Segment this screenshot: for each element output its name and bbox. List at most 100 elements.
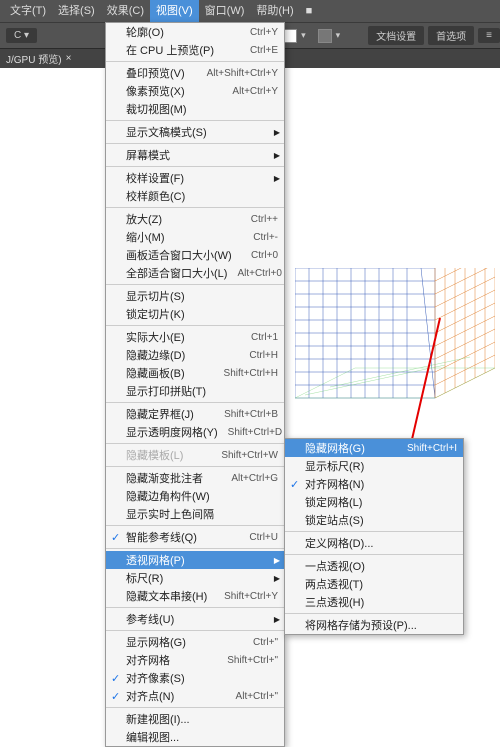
menu-item[interactable]: 锁定网格(L) xyxy=(285,493,463,511)
menu-item[interactable]: 窗口(W) xyxy=(199,0,251,22)
separator xyxy=(106,61,284,62)
menu-item[interactable]: 像素预览(X)Alt+Ctrl+Y xyxy=(106,82,284,100)
menu-item-label: 实际大小(E) xyxy=(126,329,241,345)
shortcut-label: Alt+Ctrl+0 xyxy=(237,268,281,279)
shortcut-label: Ctrl+1 xyxy=(251,332,278,343)
menu-item-label: 锁定网格(L) xyxy=(305,494,457,510)
menu-item-label: 隐藏边缘(D) xyxy=(126,347,239,363)
separator xyxy=(106,207,284,208)
toolbar-flyout[interactable]: ≡ xyxy=(478,28,500,43)
doc-setup-button[interactable]: 文档设置 xyxy=(368,26,424,45)
menu-item[interactable]: 透视网格(P)▶ xyxy=(106,551,284,569)
shortcut-label: Shift+Ctrl+D xyxy=(228,427,282,438)
menu-item-label: 两点透视(T) xyxy=(305,576,457,592)
menu-item[interactable]: 锁定站点(S) xyxy=(285,511,463,529)
menu-item[interactable]: 文字(T) xyxy=(4,0,52,22)
separator xyxy=(106,525,284,526)
menu-item[interactable]: 在 CPU 上预览(P)Ctrl+E xyxy=(106,41,284,59)
menu-item[interactable]: 锁定切片(K) xyxy=(106,305,284,323)
menu-item[interactable]: 隐藏文本串接(H)Shift+Ctrl+Y xyxy=(106,587,284,605)
menu-item[interactable]: 一点透视(O) xyxy=(285,557,463,575)
menu-item-label: 裁切视图(M) xyxy=(126,101,278,117)
menu-item[interactable]: ■ xyxy=(300,0,319,22)
menu-item-label: 隐藏文本串接(H) xyxy=(126,588,214,604)
menu-item[interactable]: 标尺(R)▶ xyxy=(106,569,284,587)
menu-item-label: 隐藏画板(B) xyxy=(126,365,214,381)
menu-item[interactable]: 隐藏边角构件(W) xyxy=(106,487,284,505)
separator xyxy=(106,443,284,444)
menu-item-label: 对齐网格 xyxy=(126,652,217,668)
menu-item[interactable]: 叠印预览(V)Alt+Shift+Ctrl+Y xyxy=(106,64,284,82)
menu-item[interactable]: 画板适合窗口大小(W)Ctrl+0 xyxy=(106,246,284,264)
separator xyxy=(106,325,284,326)
menu-item-label: 定义网格(D)... xyxy=(305,535,457,551)
prefs-button[interactable]: 首选项 xyxy=(428,26,474,45)
menu-item[interactable]: 隐藏网格(G)Shift+Ctrl+I xyxy=(285,439,463,457)
menu-item[interactable]: 屏幕模式▶ xyxy=(106,146,284,164)
menu-item[interactable]: 智能参考线(Q)Ctrl+U xyxy=(106,528,284,546)
menu-item[interactable]: 对齐网格(N) xyxy=(285,475,463,493)
shortcut-label: Shift+Ctrl+" xyxy=(227,655,278,666)
menu-item[interactable]: 校样颜色(C) xyxy=(106,187,284,205)
menu-item[interactable]: 新建视图(I)... xyxy=(106,710,284,728)
menu-item[interactable]: 全部适合窗口大小(L)Alt+Ctrl+0 xyxy=(106,264,284,282)
menu-item[interactable]: 轮廓(O) Ctrl+Y xyxy=(106,23,284,41)
separator xyxy=(106,607,284,608)
menu-item[interactable]: 参考线(U)▶ xyxy=(106,610,284,628)
menu-item-label: 隐藏模板(L) xyxy=(126,447,211,463)
shortcut-label: Ctrl+H xyxy=(249,350,278,361)
menubar: 文字(T)选择(S)效果(C)视图(V)窗口(W)帮助(H)■ xyxy=(0,0,500,22)
menu-item-label: 显示网格(G) xyxy=(126,634,243,650)
menu-item[interactable]: 实际大小(E) Ctrl+1 xyxy=(106,328,284,346)
menu-item[interactable]: 视图(V) xyxy=(150,0,199,22)
menu-item[interactable]: 对齐点(N) Alt+Ctrl+" xyxy=(106,687,284,705)
menu-item[interactable]: 隐藏画板(B) Shift+Ctrl+H xyxy=(106,364,284,382)
menu-item[interactable]: 对齐像素(S) xyxy=(106,669,284,687)
menu-item[interactable]: 显示标尺(R) xyxy=(285,457,463,475)
fill-swatch[interactable] xyxy=(283,29,297,43)
menu-item-label: 画板适合窗口大小(W) xyxy=(126,247,241,263)
menu-item[interactable]: 裁切视图(M) xyxy=(106,100,284,118)
menu-item[interactable]: 编辑视图... xyxy=(106,728,284,746)
menu-item-label: 放大(Z) xyxy=(126,211,241,227)
menu-item[interactable]: 显示实时上色间隔 xyxy=(106,505,284,523)
menu-item[interactable]: 选择(S) xyxy=(52,0,101,22)
menu-item[interactable]: 隐藏边缘(D) Ctrl+H xyxy=(106,346,284,364)
menu-item[interactable]: 显示切片(S) xyxy=(106,287,284,305)
menu-item[interactable]: 定义网格(D)... xyxy=(285,534,463,552)
separator xyxy=(106,402,284,403)
shortcut-label: Ctrl+Y xyxy=(250,27,278,38)
menu-item-label: 像素预览(X) xyxy=(126,83,222,99)
menu-item-label: 隐藏渐变批注者 xyxy=(126,470,221,486)
menu-item[interactable]: 校样设置(F)▶ xyxy=(106,169,284,187)
menu-item[interactable]: 放大(Z)Ctrl++ xyxy=(106,210,284,228)
shortcut-label: Alt+Ctrl+" xyxy=(236,691,278,702)
menu-item-label: 显示透明度网格(Y) xyxy=(126,424,218,440)
menu-item[interactable]: 将网格存储为预设(P)... xyxy=(285,616,463,634)
menu-item[interactable]: 隐藏渐变批注者Alt+Ctrl+G xyxy=(106,469,284,487)
menu-item-label: 对齐点(N) xyxy=(126,688,226,704)
chevron-right-icon: ▶ xyxy=(274,574,280,583)
menu-item[interactable]: 显示文稿模式(S)▶ xyxy=(106,123,284,141)
menu-item[interactable]: 缩小(M)Ctrl+- xyxy=(106,228,284,246)
perspective-grid xyxy=(295,268,495,438)
shortcut-label: Ctrl+E xyxy=(250,45,278,56)
menu-item-label: 对齐网格(N) xyxy=(305,476,457,492)
stroke-swatch[interactable] xyxy=(318,29,332,43)
menu-item[interactable]: 三点透视(H) xyxy=(285,593,463,611)
close-icon[interactable]: × xyxy=(66,53,72,64)
menu-item[interactable]: 效果(C) xyxy=(101,0,150,22)
chevron-right-icon: ▶ xyxy=(274,556,280,565)
char-dropdown[interactable]: C ▾ xyxy=(6,28,37,43)
menu-item[interactable]: 隐藏定界框(J)Shift+Ctrl+B xyxy=(106,405,284,423)
menu-item-label: 隐藏边角构件(W) xyxy=(126,488,278,504)
menu-item-label: 显示打印拼贴(T) xyxy=(126,383,278,399)
menu-item[interactable]: 对齐网格 Shift+Ctrl+" xyxy=(106,651,284,669)
menu-item[interactable]: 显示透明度网格(Y) Shift+Ctrl+D xyxy=(106,423,284,441)
menu-item[interactable]: 显示网格(G)Ctrl+" xyxy=(106,633,284,651)
menu-item[interactable]: 帮助(H) xyxy=(250,0,299,22)
shortcut-label: Shift+Ctrl+H xyxy=(224,368,278,379)
menu-item-label: 轮廓(O) xyxy=(126,24,240,40)
menu-item[interactable]: 显示打印拼贴(T) xyxy=(106,382,284,400)
menu-item[interactable]: 两点透视(T) xyxy=(285,575,463,593)
